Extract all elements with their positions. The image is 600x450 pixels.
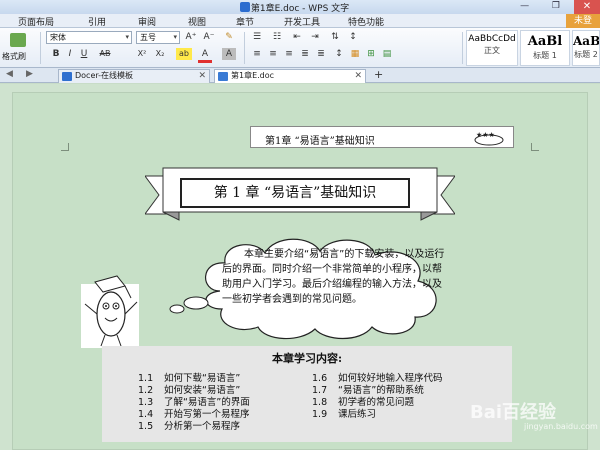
increase-indent-icon[interactable]: ⇥ bbox=[308, 31, 322, 43]
italic-button[interactable]: I bbox=[64, 48, 76, 60]
numbered-list-icon[interactable]: ☷ bbox=[270, 31, 284, 43]
line-spacing-icon[interactable]: ↕ bbox=[332, 48, 346, 60]
justify-icon[interactable]: ≣ bbox=[298, 48, 312, 60]
study-item-number: 1.9 bbox=[312, 409, 328, 420]
forward-button[interactable]: ▶ bbox=[26, 69, 33, 79]
chevron-down-icon: ▾ bbox=[125, 33, 129, 41]
shrink-font-button[interactable]: A⁻ bbox=[202, 31, 216, 43]
menu-review[interactable]: 审阅 bbox=[138, 15, 156, 28]
style-sample: AaB bbox=[573, 34, 599, 48]
study-item-number: 1.5 bbox=[138, 421, 154, 432]
tab-label: Docer-在线模板 bbox=[75, 71, 134, 80]
style-normal[interactable]: AaBbCcDd 正文 bbox=[466, 30, 518, 66]
table-icon[interactable]: ▤ bbox=[380, 48, 394, 60]
superscript-button[interactable]: X² bbox=[134, 48, 150, 60]
svg-text:★★★: ★★★ bbox=[476, 131, 495, 139]
divider bbox=[40, 32, 41, 64]
mascot-illustration bbox=[81, 275, 139, 348]
document-icon bbox=[218, 72, 228, 81]
watermark-url: jingyan.baidu.com bbox=[524, 422, 598, 431]
menu-references[interactable]: 引用 bbox=[88, 15, 106, 28]
highlight-button[interactable]: ab bbox=[176, 48, 192, 60]
title-bar: 第1章E.doc - WPS 文字 — ❐ ✕ bbox=[0, 0, 600, 14]
style-heading-1[interactable]: AaBl 标题 1 bbox=[520, 30, 570, 66]
menu-developer[interactable]: 开发工具 bbox=[284, 15, 320, 28]
format-painter-icon bbox=[10, 33, 26, 47]
sort-icon[interactable]: ↕ bbox=[346, 31, 360, 43]
menu-page-layout[interactable]: 页面布局 bbox=[18, 15, 54, 28]
menu-section[interactable]: 章节 bbox=[236, 15, 254, 28]
watermark-brand: Bai百经验 bbox=[470, 402, 557, 423]
divider bbox=[462, 32, 463, 64]
tab-label: 第1章E.doc bbox=[231, 71, 275, 80]
study-item-text: 分析第一个易程序 bbox=[164, 421, 241, 432]
menu-features[interactable]: 特色功能 bbox=[348, 15, 384, 28]
margin-mark bbox=[531, 143, 539, 151]
font-color-button[interactable]: A bbox=[198, 48, 212, 63]
menu-view[interactable]: 视图 bbox=[188, 15, 206, 28]
subscript-button[interactable]: X₂ bbox=[152, 48, 168, 60]
study-contents-box: 本章学习内容: 1.1 如何下载“易语言” 1.2 如何安装“易语言” 1.3 了解“… bbox=[102, 346, 512, 442]
chapter-intro-text: 本章主要介绍“易语言”的下载安装，以及运行后的界面。同时介绍一个非常简单的小程序… bbox=[222, 249, 445, 305]
window-close-button[interactable]: ✕ bbox=[574, 0, 600, 14]
document-tab-bar: ◀ ▶ Docer-在线模板 ✕ 第1章E.doc ✕ + bbox=[0, 68, 600, 83]
char-shading-button[interactable]: A bbox=[222, 48, 236, 60]
chevron-down-icon: ▾ bbox=[173, 33, 177, 41]
header-banner-text: 第1章 “易语言”基础知识 bbox=[265, 136, 375, 147]
font-size-select[interactable]: 五号 ▾ bbox=[136, 31, 180, 44]
border-icon[interactable]: ⊞ bbox=[364, 48, 378, 60]
style-sample: AaBbCcDd bbox=[468, 34, 516, 44]
study-item: 1.9 课后练习 bbox=[312, 406, 376, 420]
tab-document[interactable]: 第1章E.doc ✕ bbox=[214, 69, 366, 83]
window-minmax-buttons[interactable]: — ❐ bbox=[520, 1, 570, 11]
docer-icon bbox=[62, 72, 72, 81]
style-name: 正文 bbox=[484, 46, 500, 55]
divider bbox=[244, 32, 245, 64]
font-size-value: 五号 bbox=[140, 33, 156, 42]
document-area[interactable]: 第1章 “易语言”基础知识 ★★★ 第 1 章 “易语言”基础知识 本章主要介绍… bbox=[0, 84, 600, 450]
strikethrough-button[interactable]: AB bbox=[96, 48, 114, 60]
margin-mark bbox=[61, 143, 69, 151]
decorative-stars-icon: ★★★ bbox=[474, 131, 504, 146]
style-name: 标题 1 bbox=[533, 51, 557, 60]
format-painter-button[interactable]: 格式刷 bbox=[2, 31, 38, 65]
menu-bar: 页面布局 引用 审阅 视图 章节 开发工具 特色功能 未登 bbox=[0, 14, 600, 28]
new-tab-button[interactable]: + bbox=[374, 68, 383, 81]
study-item: 1.5 分析第一个易程序 bbox=[138, 418, 240, 432]
align-center-icon[interactable]: ≡ bbox=[266, 48, 280, 60]
unregistered-badge[interactable]: 未登 bbox=[566, 14, 600, 28]
align-left-icon[interactable]: ≡ bbox=[250, 48, 264, 60]
header-banner: 第1章 “易语言”基础知识 ★★★ bbox=[250, 126, 514, 148]
style-heading-2[interactable]: AaB 标题 2 bbox=[572, 30, 600, 66]
bold-button[interactable]: B bbox=[50, 48, 62, 60]
chapter-title: 第 1 章 “易语言”基础知识 bbox=[180, 178, 410, 208]
ribbon-toolbar: 格式刷 宋体 ▾ 五号 ▾ A⁺ A⁻ ✎ B I U AB X² X₂ ab … bbox=[0, 28, 600, 68]
format-painter-label: 格式刷 bbox=[2, 52, 26, 61]
decrease-indent-icon[interactable]: ⇤ bbox=[290, 31, 304, 43]
window-title: 第1章E.doc - WPS 文字 bbox=[250, 4, 350, 14]
align-right-icon[interactable]: ≡ bbox=[282, 48, 296, 60]
tab-docer-templates[interactable]: Docer-在线模板 ✕ bbox=[58, 69, 210, 83]
watermark-logo: Bai百经验 jingyan.baidu.com bbox=[470, 398, 598, 431]
underline-button[interactable]: U bbox=[78, 48, 90, 60]
close-icon[interactable]: ✕ bbox=[354, 70, 362, 82]
style-name: 标题 2 bbox=[574, 50, 598, 59]
style-sample: AaBl bbox=[527, 34, 563, 49]
study-contents-heading: 本章学习内容: bbox=[271, 352, 343, 365]
back-button[interactable]: ◀ bbox=[6, 69, 13, 79]
clear-format-button[interactable]: ✎ bbox=[222, 31, 236, 43]
font-name-value: 宋体 bbox=[50, 33, 66, 42]
bullet-list-icon[interactable]: ☰ bbox=[250, 31, 264, 43]
distribute-icon[interactable]: ≣ bbox=[314, 48, 328, 60]
chinese-layout-icon[interactable]: ⇅ bbox=[328, 31, 342, 43]
close-icon[interactable]: ✕ bbox=[198, 70, 206, 82]
study-item-text: 课后练习 bbox=[338, 409, 377, 420]
shading-icon[interactable]: ▦ bbox=[348, 48, 362, 60]
font-name-select[interactable]: 宋体 ▾ bbox=[46, 31, 132, 44]
grow-font-button[interactable]: A⁺ bbox=[184, 31, 198, 43]
